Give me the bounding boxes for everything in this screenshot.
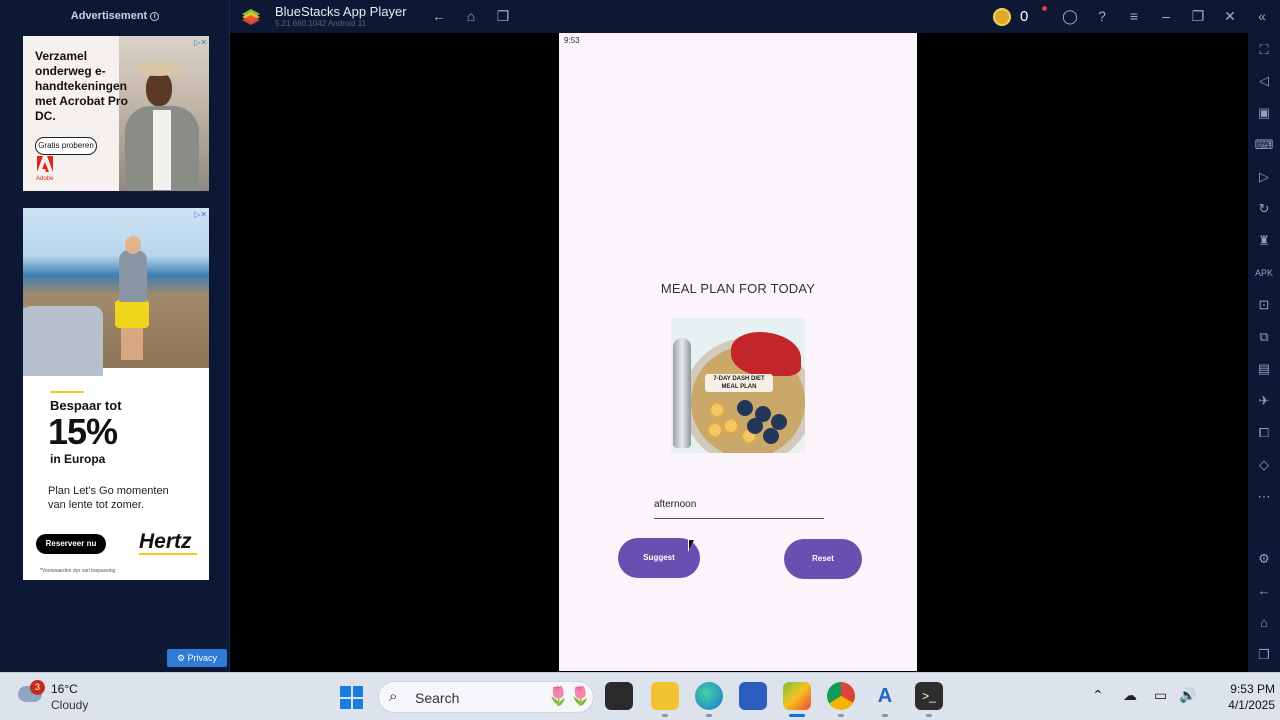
more-options-icon[interactable]: ⋯ [1254, 487, 1274, 507]
pointer-icon[interactable]: ▣ [1254, 103, 1274, 123]
bluestacks-logo-icon [242, 9, 260, 25]
adobe-brand-text: Adobe [36, 176, 54, 182]
apk-install-icon[interactable]: APK [1254, 263, 1274, 283]
hertz-ad-line2: in Europa [50, 452, 106, 466]
bluestacks-sidebar: ⛶ ◁ ▣ ⌨ ▷ ↻ ♜ APK ⊡ ⧉ ▤ ✈ ⧠ ◇ ⋯ ⚙ ← ⌂ ❐ [1248, 33, 1280, 672]
hertz-ad-discount: 15% [48, 411, 118, 452]
privacy-label: Privacy [187, 653, 218, 663]
macro-icon[interactable]: ▷ [1254, 167, 1274, 187]
info-icon[interactable]: i [150, 12, 160, 21]
desktop: Advertisement i Verzamel onderweg e-handt… [0, 0, 1280, 720]
meal-image-label: 7-DAY DASH DIET MEAL PLAN [705, 374, 773, 392]
ad-title-text: Advertisement [70, 10, 148, 22]
screen-record-icon[interactable]: ⧉ [1254, 327, 1274, 347]
ad-photo-coast [23, 208, 209, 376]
ad-panel: Advertisement i Verzamel onderweg e-handt… [0, 0, 230, 672]
reset-button[interactable]: Reset [784, 539, 862, 579]
keyboard-icon[interactable]: ⌨ [1254, 135, 1274, 155]
privacy-button[interactable]: ⚙ Privacy [167, 649, 227, 667]
tray-overflow-icon[interactable]: ⌃ [1092, 687, 1104, 704]
meal-time-input[interactable]: afternoon [654, 497, 824, 519]
taskbar-date[interactable]: 4/1/2025 [1205, 698, 1275, 712]
taskbar-time[interactable]: 9:53 PM [1215, 682, 1275, 696]
bluestacks-titlebar: BlueStacks App Player 5.21.660.1042 Andr… [230, 0, 1280, 33]
android-recents-icon[interactable]: ❐ [1254, 645, 1274, 665]
adobe-ad-cta-button[interactable]: Gratis proberen [35, 137, 97, 155]
bluestacks-taskbar-icon[interactable] [783, 682, 811, 710]
search-icon: ⌕ [389, 688, 398, 705]
store-icon[interactable] [739, 682, 767, 710]
recent-apps-icon[interactable]: ❐ [494, 7, 512, 25]
minimize-icon[interactable]: – [1157, 7, 1175, 25]
taskbar-search[interactable]: ⌕ Search 🌷🌷 [378, 681, 594, 713]
adobe-logo-icon: Adobe [36, 156, 54, 182]
volume-icon[interactable]: ◁ [1254, 71, 1274, 91]
android-app-screen: 9:53 MEAL PLAN FOR TODAY 7-DAY DASH DIET… [559, 33, 917, 671]
coin-icon[interactable] [993, 8, 1011, 26]
file-explorer-icon[interactable] [651, 682, 679, 710]
account-icon[interactable]: ◯ [1061, 7, 1079, 25]
windows-taskbar: 3 16°C Cloudy ⌕ Search 🌷🌷 A >_ ⌃ ☁ ▭ 🔊 9… [0, 672, 1280, 720]
hertz-ad-cta-button[interactable]: Reserveer nu [36, 534, 106, 554]
restore-icon[interactable]: ❐ [1189, 7, 1207, 25]
eco-mode-icon[interactable]: ◇ [1254, 455, 1274, 475]
help-icon[interactable]: ? [1093, 7, 1111, 25]
fullscreen-icon[interactable]: ⛶ [1254, 40, 1274, 60]
home-icon[interactable]: ⌂ [462, 7, 480, 25]
ad-close-icon[interactable]: ▷✕ [194, 38, 207, 47]
collapse-sidebar-icon[interactable]: « [1253, 7, 1271, 25]
menu-icon[interactable]: ≡ [1125, 7, 1143, 25]
back-icon[interactable]: ← [430, 7, 448, 25]
start-button[interactable] [340, 686, 363, 709]
terminal-icon[interactable]: >_ [915, 682, 943, 710]
network-icon[interactable]: ▭ [1154, 687, 1167, 704]
hertz-ad-body: Plan Let's Go momenten van lente tot zom… [48, 485, 169, 511]
adobe-ad[interactable]: Verzamel onderweg e-handtekeningen met A… [23, 36, 209, 191]
hertz-ad-fineprint: *Voorwaarden zijn van toepassing [40, 568, 116, 574]
weather-condition[interactable]: Cloudy [51, 698, 88, 712]
weather-temp[interactable]: 16°C [51, 682, 78, 696]
hertz-logo: Hertz [139, 530, 192, 553]
meal-plan-heading: MEAL PLAN FOR TODAY [660, 281, 816, 296]
speaker-icon[interactable]: 🔊 [1179, 687, 1196, 704]
task-view-icon[interactable] [605, 682, 633, 710]
multi-instance-icon[interactable]: ⧠ [1254, 423, 1274, 443]
weather-badge: 3 [30, 680, 45, 695]
settings-icon[interactable]: ⚙ [1254, 549, 1274, 569]
chrome-icon[interactable] [827, 682, 855, 710]
status-bar-time: 9:53 [564, 36, 580, 45]
airplane-mode-icon[interactable]: ✈ [1254, 391, 1274, 411]
notification-dot [1042, 6, 1047, 11]
meal-image: 7-DAY DASH DIET MEAL PLAN [671, 318, 805, 453]
coin-count: 0 [1020, 8, 1029, 25]
tulips-icon: 🌷🌷 [547, 686, 592, 706]
app-version: 5.21.660.1042 Android 11 [275, 19, 367, 28]
close-icon[interactable]: ✕ [1221, 7, 1239, 25]
ad-panel-title: Advertisement i [0, 10, 230, 22]
cloud-sync-icon[interactable]: ☁ [1123, 687, 1137, 704]
search-label: Search [415, 690, 460, 706]
screenshot-icon[interactable]: ⊡ [1254, 295, 1274, 315]
game-controls-icon[interactable]: ♜ [1254, 231, 1274, 251]
android-home-icon[interactable]: ⌂ [1254, 613, 1274, 633]
rotate-icon[interactable]: ↻ [1254, 199, 1274, 219]
spoon-graphic [673, 338, 691, 448]
hertz-ad[interactable]: ▷✕ Bespaar tot 15% in Europa Plan Let's … [23, 208, 209, 580]
app-title: BlueStacks App Player [275, 4, 407, 19]
edge-icon[interactable] [695, 682, 723, 710]
adobe-ad-headline: Verzamel onderweg e-handtekeningen met A… [35, 49, 128, 123]
android-studio-icon[interactable]: A [871, 682, 899, 710]
android-back-icon[interactable]: ← [1254, 581, 1274, 601]
ad-close-icon-2[interactable]: ▷✕ [194, 210, 207, 219]
media-folder-icon[interactable]: ▤ [1254, 359, 1274, 379]
